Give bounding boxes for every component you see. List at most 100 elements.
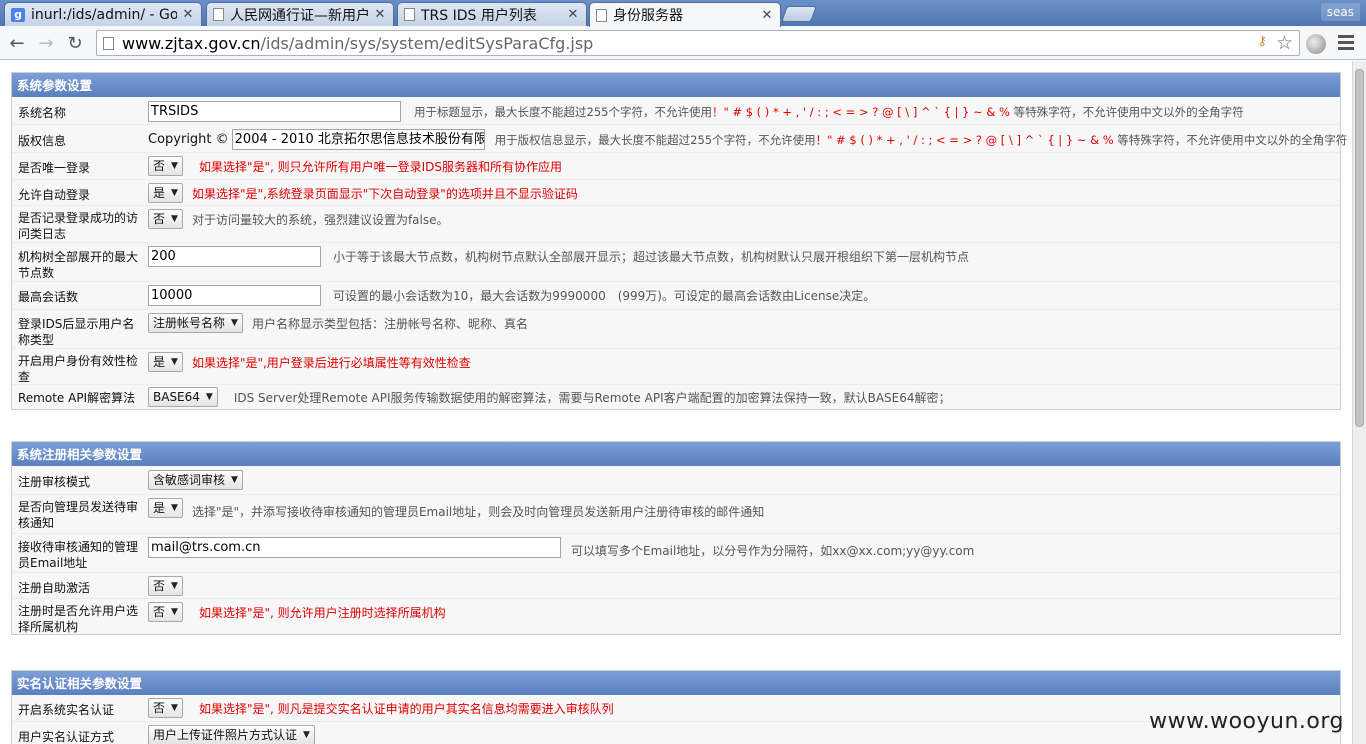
field-hint: 如果选择"是", 则允许用户注册时选择所属机构: [198, 605, 446, 620]
field-hint: 如果选择"是",用户登录后进行必填属性等有效性检查: [191, 355, 471, 370]
review-mode-select[interactable]: 含敏感词审核 ▼: [148, 470, 243, 490]
tree-max-nodes-input[interactable]: 200: [148, 246, 321, 267]
forward-icon[interactable]: →: [34, 31, 58, 55]
realname-enable-select[interactable]: 否 ▼: [148, 698, 183, 718]
select-value: 否: [153, 701, 166, 715]
dropdown-arrow-icon: ▼: [171, 607, 178, 617]
section-system-params: 系统参数设置 系统名称 TRSIDS 用于标题显示，最大长度不能超过255个字符…: [11, 72, 1347, 410]
select-value: 用户上传证件照片方式认证: [153, 728, 298, 742]
field-hint: 用于标题显示，最大长度不能超过255个字符，不允许使用！" # $ ( ) * …: [414, 104, 1244, 119]
section-realname-params: 实名认证相关参数设置 开启系统实名认证 否 ▼ 如果选择"是", 则凡是提交实名认…: [11, 670, 1341, 744]
browser-toolbar: ← → ↻ www.zjtax.gov.cn /ids/admin/sys/sy…: [0, 26, 1366, 60]
copyright-prefix: Copyright ©: [148, 132, 229, 147]
row-identity-check: 开启用户身份有效性检查 是 ▼ 如果选择"是",用户登录后进行必填属性等有效性检查: [12, 349, 1340, 385]
section-title: 系统注册相关参数设置: [12, 442, 1340, 466]
field-label: 是否向管理员发送待审核通知: [18, 500, 139, 530]
row-max-sessions: 最高会话数 10000 可设置的最小会话数为10，最大会话数为9990000 (…: [12, 282, 1340, 310]
field-hint: 如果选择"是", 则凡是提交实名认证申请的用户其实名信息均需要进入审核队列: [198, 701, 614, 716]
address-bar[interactable]: www.zjtax.gov.cn /ids/admin/sys/system/e…: [96, 30, 1300, 56]
field-label: 是否唯一登录: [18, 161, 91, 175]
select-org-select[interactable]: 否 ▼: [148, 602, 183, 622]
field-label: 版权信息: [18, 134, 67, 148]
dropdown-arrow-icon: ▼: [205, 392, 213, 402]
special-chars-text: ！" # $ ( ) * + , ' / : ; < = > ? @ [ \ ]…: [815, 132, 1114, 147]
field-label: 登录IDS后显示用户名称类型: [18, 317, 135, 347]
row-realname-enable: 开启系统实名认证 否 ▼ 如果选择"是", 则凡是提交实名认证申请的用户其实名信息…: [12, 695, 1340, 722]
unique-login-select[interactable]: 否 ▼: [148, 156, 183, 176]
dropdown-arrow-icon: ▼: [171, 188, 178, 198]
field-hint: 对于访问量较大的系统，强烈建议设置为false。: [191, 212, 449, 227]
max-sessions-input[interactable]: 10000: [148, 285, 321, 306]
row-access-log: 是否记录登录成功的访问类日志 否 ▼ 对于访问量较大的系统，强烈建议设置为fals…: [12, 206, 1340, 243]
select-value: 注册帐号名称: [153, 316, 226, 330]
tab-google-search[interactable]: g inurl:/ids/admin/ - Go ✕: [4, 2, 202, 26]
notify-admin-select[interactable]: 是 ▼: [148, 498, 183, 518]
tab-title: 身份服务器: [613, 8, 683, 24]
scrollbar-thumb[interactable]: [1355, 69, 1364, 427]
field-label: 注册审核模式: [18, 475, 91, 489]
close-icon[interactable]: ✕: [373, 7, 387, 22]
page-icon: [596, 8, 607, 22]
select-value: 是: [153, 501, 166, 515]
key-icon[interactable]: ⚷: [1257, 34, 1267, 49]
url-host: www.zjtax.gov.cn: [122, 33, 261, 53]
copyright-input[interactable]: 2004 - 2010 北京拓尔思信息技术股份有限: [231, 129, 485, 150]
row-admin-email: 接收待审核通知的管理员Email地址 mail@trs.com.cn 可以填写多…: [12, 534, 1340, 573]
bookmark-star-icon[interactable]: ☆: [1276, 32, 1293, 54]
tab-title: TRS IDS 用户列表: [421, 7, 537, 24]
menu-icon[interactable]: [1338, 35, 1354, 51]
url-path: /ids/admin/sys/system/editSysParaCfg.jsp: [260, 33, 594, 53]
profile-name[interactable]: seas: [1320, 3, 1360, 21]
field-hint: 用户名称显示类型包括：注册帐号名称、昵称、真名: [251, 316, 528, 331]
tab-title: 人民网通行证—新用户: [230, 7, 369, 24]
username-type-select[interactable]: 注册帐号名称 ▼: [148, 313, 243, 333]
extension-icon[interactable]: [1306, 34, 1326, 54]
select-value: 否: [153, 605, 166, 619]
select-value: 是: [153, 355, 166, 369]
dropdown-arrow-icon: ▼: [171, 581, 178, 591]
vertical-scrollbar[interactable]: [1352, 61, 1366, 744]
row-realname-method: 用户实名认证方式 用户上传证件照片方式认证 ▼: [12, 722, 1340, 744]
page-icon: [213, 8, 224, 21]
close-icon[interactable]: ✕: [181, 7, 195, 22]
select-value: 是: [153, 186, 166, 200]
field-hint: IDS Server处理Remote API服务传输数据使用的解密算法，需要与R…: [233, 390, 951, 405]
tab-identity-server[interactable]: 身份服务器 ✕: [589, 2, 781, 27]
field-label: 开启系统实名认证: [18, 703, 115, 717]
back-icon[interactable]: ←: [5, 31, 29, 55]
tab-trs-user-list[interactable]: TRS IDS 用户列表 ✕: [397, 2, 587, 26]
self-activation-select[interactable]: 否 ▼: [148, 576, 183, 596]
identity-check-select[interactable]: 是 ▼: [148, 352, 183, 372]
field-hint: 小于等于该最大节点数，机构树节点默认全部展开显示；超过该最大节点数，机构树默认只…: [333, 250, 970, 264]
system-name-input[interactable]: TRSIDS: [148, 101, 401, 122]
field-hint: 可以填写多个Email地址，以分号作为分隔符，如xx@xx.com;yy@yy.…: [571, 544, 975, 558]
realname-method-select[interactable]: 用户上传证件照片方式认证 ▼: [148, 725, 315, 744]
select-value: 含敏感词审核: [153, 473, 226, 487]
field-label: 系统名称: [18, 106, 67, 120]
remote-api-select[interactable]: BASE64 ▼: [148, 387, 218, 407]
dropdown-arrow-icon: ▼: [171, 357, 178, 367]
field-label: 用户实名认证方式: [18, 730, 115, 744]
dropdown-arrow-icon: ▼: [171, 703, 178, 713]
section-title: 实名认证相关参数设置: [12, 671, 1340, 695]
section-registration-params: 系统注册相关参数设置 注册审核模式 含敏感词审核 ▼ 是否向管理员发送待审核通知 …: [11, 441, 1341, 635]
new-tab-button[interactable]: [781, 6, 817, 22]
row-select-org: 注册时是否允许用户选择所属机构 否 ▼ 如果选择"是", 则允许用户注册时选择所属…: [12, 599, 1340, 634]
row-review-mode: 注册审核模式 含敏感词审核 ▼: [12, 466, 1340, 495]
tab-strip: g inurl:/ids/admin/ - Go ✕ 人民网通行证—新用户 ✕ …: [0, 0, 1366, 27]
field-label: 接收待审核通知的管理员Email地址: [18, 540, 139, 570]
tab-people-passport[interactable]: 人民网通行证—新用户 ✕: [206, 2, 394, 26]
close-icon[interactable]: ✕: [760, 8, 774, 23]
reload-icon[interactable]: ↻: [63, 31, 87, 55]
close-icon[interactable]: ✕: [566, 7, 580, 22]
auto-login-select[interactable]: 是 ▼: [148, 183, 183, 203]
page-viewport: 系统参数设置 系统名称 TRSIDS 用于标题显示，最大长度不能超过255个字符…: [0, 61, 1352, 744]
dropdown-arrow-icon: ▼: [171, 503, 178, 513]
field-label: 注册时是否允许用户选择所属机构: [18, 604, 139, 634]
access-log-select[interactable]: 否 ▼: [148, 209, 183, 229]
page-icon: [103, 36, 114, 50]
admin-email-input[interactable]: mail@trs.com.cn: [148, 537, 561, 558]
row-unique-login: 是否唯一登录 否 ▼ 如果选择"是", 则只允许所有用户唯一登录IDS服务器和所有…: [12, 153, 1340, 180]
select-value: 否: [153, 579, 166, 593]
row-username-type: 登录IDS后显示用户名称类型 注册帐号名称 ▼ 用户名称显示类型包括：注册帐号名称…: [12, 310, 1340, 349]
